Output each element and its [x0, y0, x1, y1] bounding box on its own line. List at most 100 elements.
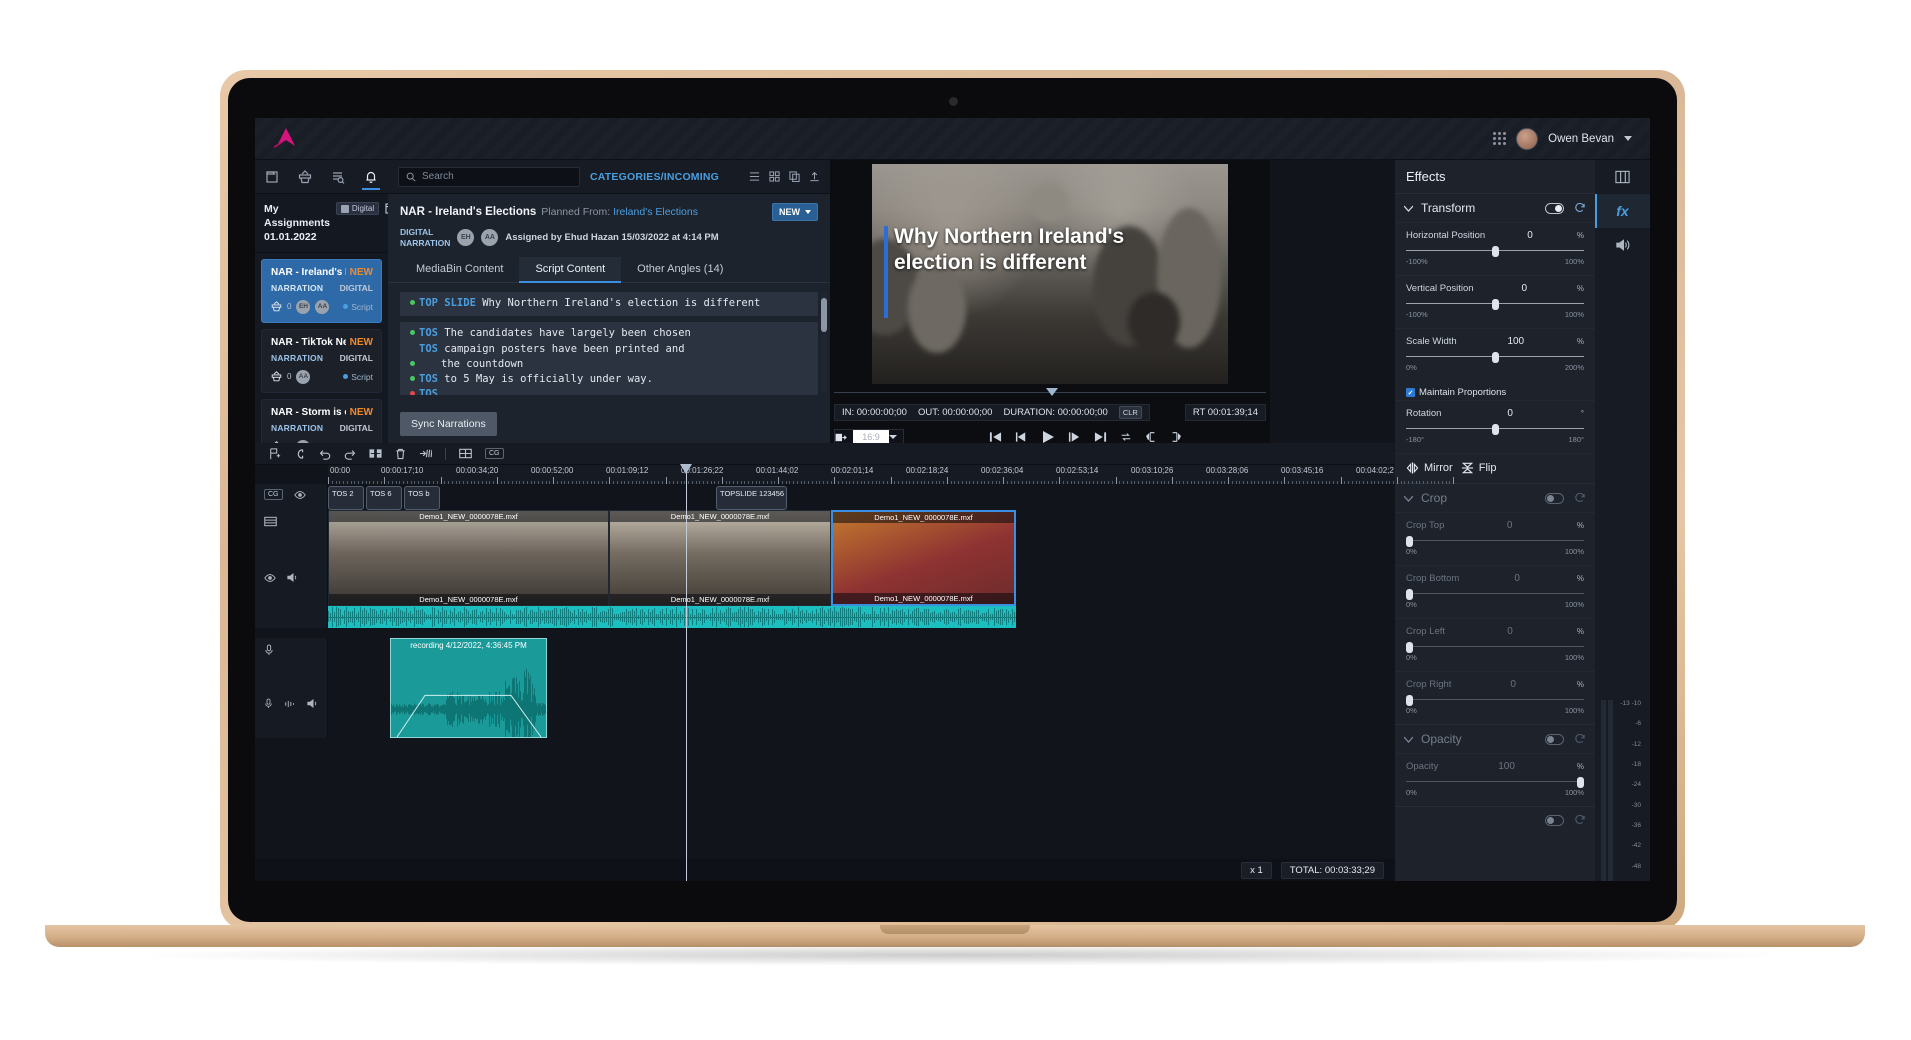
- chevron-down-icon[interactable]: [1624, 136, 1632, 141]
- viewer-playhead[interactable]: [1046, 388, 1058, 396]
- folder-icon[interactable]: [259, 165, 285, 189]
- mirror-button[interactable]: Mirror: [1406, 462, 1453, 474]
- sync-narrations-button[interactable]: Sync Narrations: [400, 412, 497, 436]
- slider[interactable]: [1406, 589, 1584, 599]
- slider-knob[interactable]: [1406, 695, 1413, 706]
- digital-chip[interactable]: Digital: [336, 202, 379, 215]
- microphone-icon[interactable]: [264, 644, 274, 656]
- narration-track-lane[interactable]: recording 4/12/2022, 4:36:45 PM: [328, 638, 1395, 738]
- timeline-playhead[interactable]: [686, 465, 687, 881]
- list-search-icon[interactable]: [325, 165, 351, 189]
- extra-toggle[interactable]: [1545, 815, 1564, 826]
- video-clip[interactable]: Demo1_NEW_0000078E.mxf Demo1_NEW_0000078…: [609, 510, 831, 606]
- timeline-ruler[interactable]: 00:00 00:00:17;10 00:00:34;20 00:00:52;0…: [328, 465, 1395, 484]
- undo-icon[interactable]: [319, 448, 331, 460]
- video-clip[interactable]: Demo1_NEW_0000078E.mxf Demo1_NEW_0000078…: [328, 510, 609, 606]
- play-icon[interactable]: [1041, 430, 1055, 444]
- search-input[interactable]: Search: [398, 167, 580, 187]
- add-clip-icon[interactable]: [269, 448, 281, 460]
- audio-track-lane[interactable]: [328, 606, 1395, 628]
- video-track-lane[interactable]: Demo1_NEW_0000078E.mxf Demo1_NEW_0000078…: [328, 510, 1395, 606]
- cg-clip[interactable]: TOS b: [404, 486, 440, 510]
- slider-knob[interactable]: [1406, 536, 1413, 547]
- cg-clip[interactable]: TOS 6: [366, 486, 402, 510]
- skip-end-icon[interactable]: [1094, 431, 1107, 443]
- slider-knob[interactable]: [1577, 777, 1584, 788]
- planned-value[interactable]: Ireland's Elections: [613, 206, 698, 218]
- chevron-down-icon[interactable]: [889, 434, 903, 440]
- cg-clip[interactable]: TOS 2: [328, 486, 364, 510]
- status-badge[interactable]: NEW: [772, 203, 818, 221]
- delete-icon[interactable]: [395, 448, 406, 460]
- effects-section-opacity[interactable]: Opacity: [1395, 724, 1595, 753]
- split-icon[interactable]: [419, 448, 432, 459]
- redo-icon[interactable]: [344, 448, 356, 460]
- avatar[interactable]: [1516, 128, 1538, 150]
- slider-knob[interactable]: [1492, 246, 1499, 257]
- cg-track-lane[interactable]: TOS 2 TOS 6 TOS b TOPSLIDE 123456: [328, 484, 1395, 510]
- copy-icon[interactable]: [789, 171, 800, 182]
- mark-in-icon[interactable]: [1145, 431, 1157, 443]
- tab-other-angles[interactable]: Other Angles (14): [621, 257, 739, 282]
- audio-icon[interactable]: [1595, 228, 1650, 262]
- script-scrollbar[interactable]: [821, 292, 827, 392]
- video-track-icon[interactable]: [264, 516, 277, 527]
- video-preview[interactable]: Why Northern Ireland's election is diffe…: [872, 164, 1228, 384]
- reset-icon[interactable]: [1574, 733, 1586, 745]
- fx-icon[interactable]: fx: [1595, 194, 1650, 228]
- playback-speed[interactable]: x 1: [1241, 862, 1272, 879]
- opacity-toggle[interactable]: [1545, 734, 1564, 745]
- panels-icon[interactable]: [1595, 160, 1650, 194]
- slider-knob[interactable]: [1406, 589, 1413, 600]
- mute-icon[interactable]: [307, 698, 319, 709]
- cg-icon[interactable]: CG: [264, 489, 283, 500]
- clear-marks-button[interactable]: CLR: [1119, 406, 1142, 419]
- chevron-down-icon[interactable]: [1404, 495, 1413, 502]
- reset-icon[interactable]: [1574, 492, 1586, 504]
- chevron-down-icon[interactable]: [1404, 205, 1413, 212]
- slider[interactable]: [1406, 642, 1584, 652]
- slider[interactable]: [1406, 777, 1584, 787]
- categories-link[interactable]: CATEGORIES/INCOMING: [590, 171, 719, 183]
- slider-knob[interactable]: [1492, 424, 1499, 435]
- loop-icon[interactable]: [1120, 431, 1132, 443]
- effects-section-extra[interactable]: [1395, 806, 1595, 833]
- list-view-icon[interactable]: [749, 171, 760, 182]
- chevron-down-icon[interactable]: [1404, 736, 1413, 743]
- slider[interactable]: [1406, 536, 1584, 546]
- maintain-proportions-checkbox[interactable]: ✓ Maintain Proportions: [1395, 381, 1595, 400]
- eye-icon[interactable]: [264, 573, 276, 583]
- script-line[interactable]: TOS The candidates have largely been cho…: [400, 322, 818, 395]
- assignment-card[interactable]: NAR - Ireland's Ele... NEW NARRATION DIG…: [261, 259, 382, 323]
- step-back-icon[interactable]: [1015, 431, 1028, 443]
- magnet-icon[interactable]: [294, 448, 306, 460]
- slider[interactable]: [1406, 424, 1584, 434]
- effects-section-transform[interactable]: Transform: [1395, 193, 1595, 222]
- cg-clip[interactable]: TOPSLIDE 123456: [716, 486, 787, 510]
- video-clip[interactable]: Demo1_NEW_0000078E.mxf Demo1_NEW_0000078…: [831, 510, 1016, 606]
- mark-out-icon[interactable]: [1170, 431, 1182, 443]
- export-icon[interactable]: [809, 171, 820, 182]
- crop-toggle[interactable]: [1545, 493, 1564, 504]
- skip-start-icon[interactable]: [989, 431, 1002, 443]
- trim-icon[interactable]: [369, 448, 382, 459]
- solo-icon[interactable]: [284, 699, 296, 709]
- assignment-card[interactable]: NAR - TikTok News NEW NARRATION DIGITAL: [261, 329, 382, 393]
- effects-section-crop[interactable]: Crop: [1395, 483, 1595, 512]
- slider[interactable]: [1406, 352, 1584, 362]
- grid-view-icon[interactable]: [769, 171, 780, 182]
- slider-knob[interactable]: [1406, 642, 1413, 653]
- eye-icon[interactable]: [294, 490, 306, 500]
- flip-button[interactable]: Flip: [1461, 462, 1497, 474]
- audio-waveform[interactable]: [328, 606, 1016, 628]
- transform-toggle[interactable]: [1545, 203, 1564, 214]
- reset-icon[interactable]: [1574, 814, 1586, 826]
- cg-icon[interactable]: CG: [485, 448, 504, 459]
- slider[interactable]: [1406, 695, 1584, 705]
- reset-icon[interactable]: [1574, 202, 1586, 214]
- basket-icon[interactable]: [292, 165, 318, 189]
- script-line[interactable]: TOP SLIDE Why Northern Ireland's electio…: [400, 292, 818, 316]
- slider[interactable]: [1406, 246, 1584, 256]
- microphone-icon[interactable]: [264, 698, 273, 709]
- slider-knob[interactable]: [1492, 299, 1499, 310]
